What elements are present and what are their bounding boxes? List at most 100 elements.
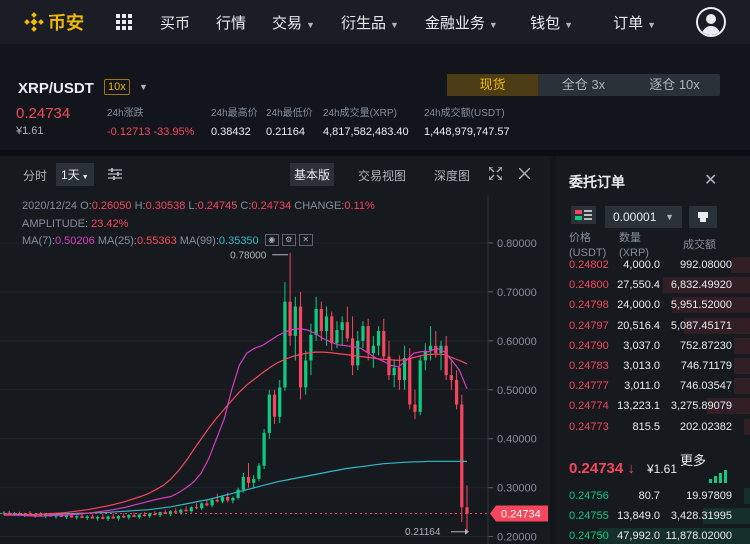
row-price: 0.24773 (569, 420, 609, 433)
ma25-value: 0.55363 (136, 235, 177, 247)
candle-body (200, 503, 204, 509)
candle-body (449, 375, 454, 380)
book-settings-icon[interactable] (689, 206, 717, 228)
tab-isolated-margin[interactable]: 逐仓 10x (629, 74, 720, 96)
ask-row[interactable]: 0.24800 27,550.4 6,832.49920 (556, 275, 750, 295)
user-avatar-icon[interactable] (696, 7, 726, 37)
nav-item-derivatives[interactable]: 衍生品 ▼ (341, 12, 399, 33)
nav-item-finance[interactable]: 金融业务 ▼ (425, 12, 498, 33)
ask-row[interactable]: 0.24783 3,013.0 746.71179 (556, 356, 750, 376)
row-price: 0.24755 (569, 510, 609, 523)
tab-trading-view[interactable]: 交易视图 (358, 167, 406, 184)
row-price: 0.24756 (569, 490, 609, 502)
row-amount: 4,000.0 (623, 259, 660, 271)
close-value: 0.24734 (251, 200, 292, 212)
close-icon[interactable]: ✕ (704, 170, 717, 190)
fullscreen-icon[interactable] (489, 167, 502, 180)
brand-logo[interactable]: 币安 (24, 9, 108, 35)
order-book-panel: 委托订单 ✕ 0.00001 ▼ 价格 (USDT) 数量 (XRP) 成交额 … (556, 156, 750, 544)
stat-24h-high: 24h最高价 0.38432 (211, 104, 258, 138)
precision-select[interactable]: 0.00001 ▼ (605, 206, 682, 228)
nav-label: 衍生品 (340, 14, 386, 32)
y-tick-label: 0.80000 (497, 238, 537, 250)
mid-price-row: 0.24734 ↓ ¥1.61 更多 (569, 453, 739, 483)
candle-body (179, 509, 183, 513)
interval-select[interactable]: 1天 ▼ (56, 163, 94, 186)
candle-body (309, 334, 313, 361)
row-price: 0.24797 (569, 319, 609, 332)
candle-body (106, 516, 110, 520)
open-label: O: (80, 200, 92, 212)
candle-body (80, 516, 84, 519)
ask-row[interactable]: 0.24773 815.5 202.02382 (556, 417, 750, 437)
tab-cross-margin[interactable]: 全仓 3x (538, 74, 629, 96)
row-total: 202.02382 (680, 420, 732, 433)
order-book-layout-icon[interactable] (571, 206, 596, 224)
nav-item-trade[interactable]: 交易 ▼ (272, 12, 315, 33)
depth-bar (730, 257, 750, 273)
indicator-settings-icon[interactable] (108, 168, 122, 180)
apps-grid-icon[interactable] (116, 14, 132, 30)
row-price: 0.24774 (569, 400, 609, 413)
nav-label: 行情 (216, 14, 247, 32)
nav-label: 交易 (272, 14, 303, 32)
y-tick-label: 0.40000 (497, 434, 537, 446)
candle-body (148, 513, 152, 517)
tab-spot[interactable]: 现货 (447, 74, 538, 96)
candle-body (184, 509, 188, 512)
candlestick-chart[interactable]: 0.80000 0.70000 0.60000 0.50000 0.40000 0.300… (0, 156, 550, 544)
header-line: 价格 (569, 232, 591, 244)
stat-value: 4,817,582,483.40 (323, 126, 409, 138)
ask-row[interactable]: 0.24802 4,000.0 992.08000 (556, 255, 750, 275)
bid-row[interactable]: 0.24756 80.7 19.97809 (556, 486, 750, 506)
tab-depth-chart[interactable]: 深度图 (434, 167, 470, 184)
close-icon[interactable]: ✕ (298, 234, 313, 247)
candle-body (257, 465, 261, 479)
row-total: 19.97809 (686, 490, 732, 502)
row-total: 992.08000 (680, 259, 732, 271)
candle-body (304, 360, 308, 388)
mid-price-cny: ¥1.61 (647, 462, 678, 476)
row-amount: 27,550.4 (617, 279, 660, 292)
candle-body (460, 404, 464, 508)
nav-item-orders[interactable]: 订单 ▼ (613, 12, 656, 33)
row-amount: 13,223.1 (617, 400, 660, 413)
chart-toolbar: 分时 1天 ▼ 基本版 交易视图 深度图 (0, 156, 550, 192)
chevron-down-icon: ▼ (665, 212, 674, 222)
candle-body (142, 514, 147, 517)
trading-pair[interactable]: XRP/USDT (18, 80, 94, 97)
more-link[interactable]: 更多 (680, 450, 706, 469)
nav-item-buy-crypto[interactable]: 买币 (160, 12, 190, 33)
row-price: 0.24750 (569, 530, 609, 543)
close-label: C: (240, 200, 252, 212)
candle-body (64, 515, 69, 518)
nav-item-markets[interactable]: 行情 (216, 12, 246, 33)
row-total: 746.03547 (680, 380, 732, 393)
pair-dropdown-icon[interactable]: ▼ (139, 82, 148, 92)
ask-row[interactable]: 0.24797 20,516.4 5,087.45171 (556, 316, 750, 336)
time-sharing-button[interactable]: 分时 (23, 167, 47, 184)
depth-bar (734, 358, 750, 374)
depth-bar (744, 418, 750, 435)
eye-icon[interactable]: ◉ (264, 234, 279, 247)
nav-label: 金融业务 (424, 14, 485, 32)
bid-row[interactable]: 0.24750 47,992.0 11,878.02000 (556, 526, 750, 544)
ask-row[interactable]: 0.24774 13,223.1 3,275.89079 (556, 396, 750, 416)
ask-row[interactable]: 0.24798 24,000.0 5,951.52000 (556, 295, 750, 315)
close-icon[interactable] (519, 168, 530, 179)
ohlc-info: 2020/12/24 O:0.26050 H:0.30538 L:0.24745… (22, 200, 375, 212)
ask-row[interactable]: 0.24790 3,037.0 752.87230 (556, 336, 750, 356)
gear-icon[interactable]: ⚙ (281, 234, 296, 247)
high-label: H: (134, 200, 146, 212)
depth-bar (744, 488, 750, 504)
stat-label: 24h成交量(XRP) (323, 108, 397, 119)
candle-body (397, 367, 401, 380)
tab-basic-view[interactable]: 基本版 (290, 163, 335, 186)
candle-body (376, 331, 381, 346)
bid-row[interactable]: 0.24755 13,849.0 3,428.31995 (556, 506, 750, 526)
candle-body (444, 345, 448, 376)
mid-price-value: 0.24734 (569, 460, 624, 477)
ask-row[interactable]: 0.24777 3,011.0 746.03547 (556, 376, 750, 396)
stat-value: 1,448,979,747.57 (424, 126, 510, 138)
nav-item-wallet[interactable]: 钱包 ▼ (530, 12, 573, 33)
